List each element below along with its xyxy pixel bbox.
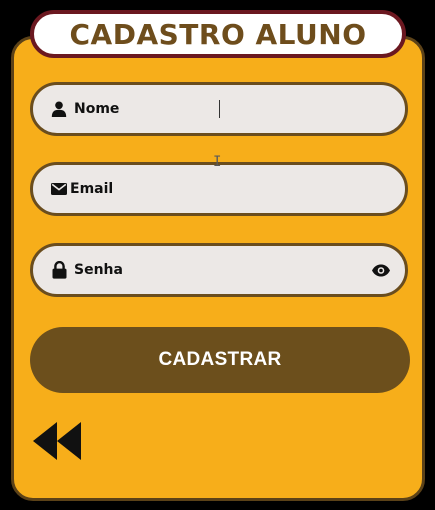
app-screen: CADASTRO ALUNO Nome I Email Senha CADAST…	[0, 0, 435, 510]
nome-label: Nome	[74, 101, 120, 117]
senha-label: Senha	[74, 262, 123, 278]
senha-field[interactable]: Senha	[30, 243, 408, 297]
cadastrar-button-label: CADASTRAR	[158, 349, 282, 370]
page-title: CADASTRO ALUNO	[69, 17, 367, 51]
envelope-icon	[50, 180, 68, 198]
user-icon	[50, 100, 68, 118]
rewind-icon[interactable]	[33, 421, 83, 461]
title-banner: CADASTRO ALUNO	[30, 10, 406, 58]
email-field[interactable]: Email	[30, 162, 408, 216]
eye-icon[interactable]	[371, 263, 391, 277]
lock-icon	[50, 261, 68, 279]
mouse-cursor-ibeam: I	[213, 154, 222, 170]
email-label: Email	[70, 181, 114, 197]
cadastrar-button[interactable]: CADASTRAR	[30, 327, 410, 393]
nome-field[interactable]: Nome	[30, 82, 408, 136]
text-caret	[219, 100, 220, 118]
